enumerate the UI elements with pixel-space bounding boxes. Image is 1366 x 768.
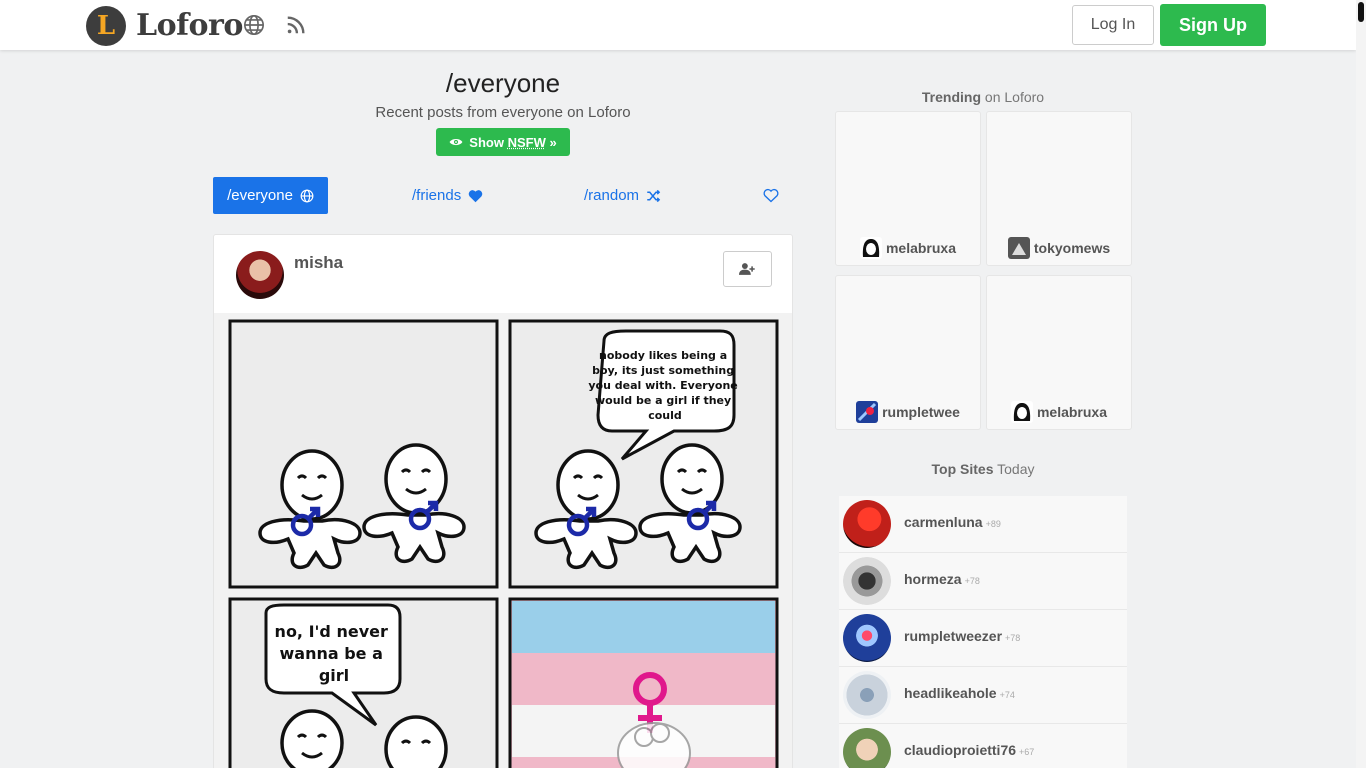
logo-text[interactable]: Loforo [136,6,243,46]
logo-icon[interactable]: L [86,6,126,46]
trending-avatar [1010,401,1033,423]
comic-figure [280,709,344,768]
site-count: +74 [999,690,1015,700]
site-avatar [843,614,891,662]
top-site-row[interactable]: hormeza +78 [839,553,1127,610]
page-title: /everyone [445,68,561,98]
trending-user: melabruxa [1036,404,1108,420]
top-site-row[interactable]: carmenluna +89 [839,496,1127,553]
site-avatar [843,500,891,548]
trending-avatar [859,237,882,259]
show-nsfw-button[interactable]: Show NSFW » [436,128,570,156]
site-count: +78 [964,576,980,586]
heart-outline-icon [763,188,779,203]
eye-icon [449,138,463,146]
nsfw-suffix: » [545,134,557,150]
trending-card[interactable]: rumpletwee [835,275,981,430]
tab-everyone-label: /everyone [227,187,293,204]
trending-card[interactable]: melabruxa [986,275,1132,430]
site-count: +89 [985,519,1001,529]
top-sites-heading: Top Sites Today [931,461,1035,477]
post-image[interactable]: nobody likes being a boy, its just somet… [214,313,792,768]
comic-figure [384,715,448,768]
rss-icon[interactable] [285,14,307,36]
site-avatar [843,671,891,719]
globe-icon[interactable] [243,14,265,36]
tab-everyone[interactable]: /everyone [213,177,328,214]
add-user-icon [739,263,755,275]
post-username[interactable]: misha [294,253,343,273]
site-name: headlikeahole [904,685,997,701]
site-count: +78 [1005,633,1021,643]
site-name: carmenluna [904,514,983,530]
scrollbar-thumb[interactable] [1358,2,1364,22]
signup-button[interactable]: Sign Up [1160,4,1266,46]
trending-avatar [856,401,879,423]
trending-heading: Trending on Loforo [921,89,1045,105]
site-count: +67 [1019,747,1035,757]
nsfw-prefix: Show [469,134,508,150]
nsfw-word: NSFW [507,134,546,150]
shuffle-icon [647,189,661,202]
trending-avatar [1007,237,1030,259]
trending-user: tokyomews [1033,240,1111,256]
trending-user: melabruxa [885,240,957,256]
top-site-row[interactable]: rumpletweezer +78 [839,610,1127,667]
post-avatar[interactable] [236,251,284,299]
top-site-row[interactable]: headlikeahole +74 [839,667,1127,724]
top-sites-list: carmenluna +89 hormeza +78 rumpletweezer +7… [839,496,1127,768]
heart-icon [468,189,483,202]
site-avatar [843,728,891,768]
site-name: hormeza [904,571,962,587]
globe-icon [300,189,314,202]
tab-favorites[interactable] [763,177,779,214]
site-avatar [843,557,891,605]
trending-user: rumpletwee [882,404,960,420]
scrollbar[interactable] [1356,0,1366,768]
site-name: claudioproietti76 [904,742,1017,758]
tab-random[interactable]: /random [584,177,661,214]
post-card: misha nobody likes being a boy, its just… [213,234,793,768]
tab-random-label: /random [584,187,640,204]
login-button[interactable]: Log In [1072,5,1154,45]
top-site-row[interactable]: claudioproietti76 +67 [839,724,1127,768]
tab-friends-label: /friends [412,187,462,204]
tab-friends[interactable]: /friends [412,177,483,214]
top-navbar: L Loforo Log In Sign Up [0,0,1356,50]
page-subtitle: Recent posts from everyone on Loforo [375,104,631,121]
site-name: rumpletweezer [904,628,1003,644]
trending-card[interactable]: melabruxa [835,111,981,266]
trending-card[interactable]: tokyomews [986,111,1132,266]
follow-button[interactable] [723,251,772,287]
comic-image: nobody likes being a boy, its just somet… [228,319,779,768]
